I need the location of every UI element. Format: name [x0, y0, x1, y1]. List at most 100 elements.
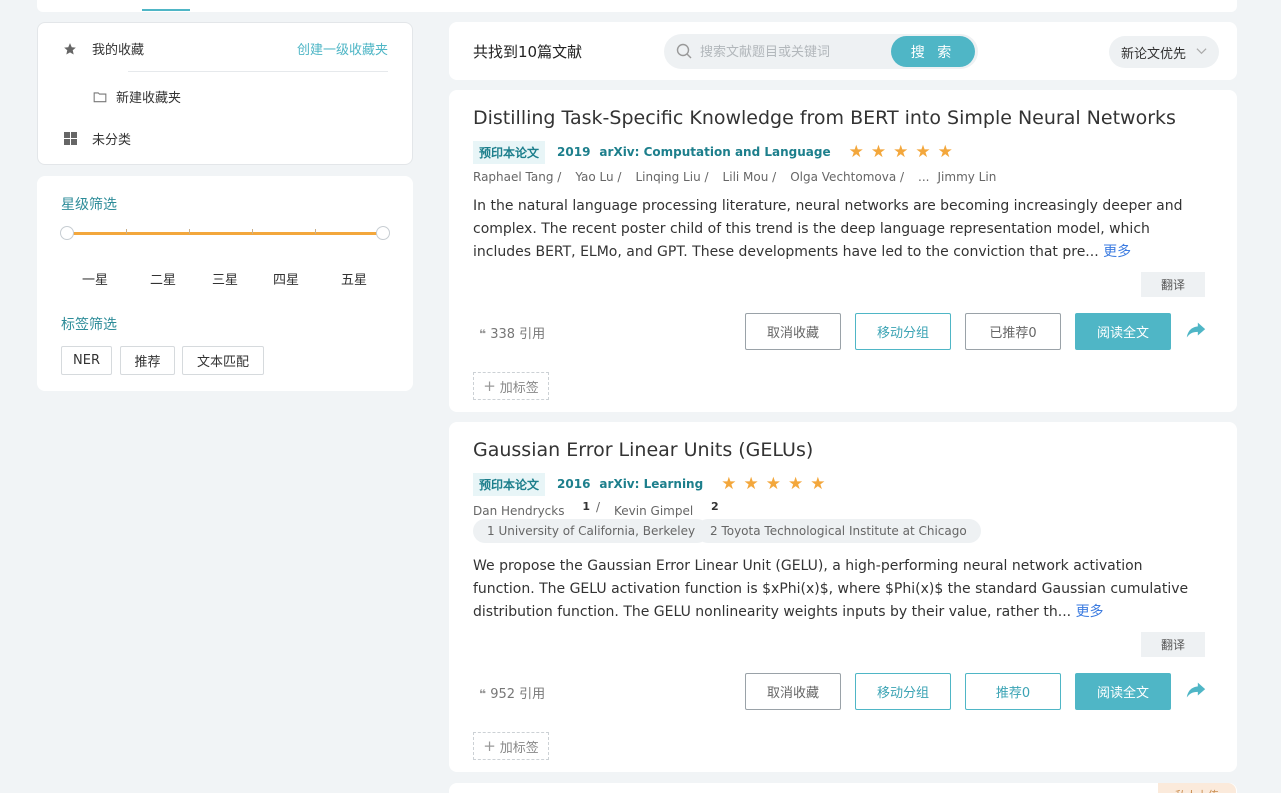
grid-icon [62, 131, 78, 147]
author-name[interactable]: Dan Hendrycks 1 [473, 500, 590, 518]
paper-meta: 预印本论文 2016 arXiv: Learning ★ ★ ★ ★ ★ [473, 472, 826, 496]
move-group-button[interactable]: 移动分组 [855, 313, 951, 350]
quote-icon: ❝ [479, 327, 487, 341]
uncategorized-label: 未分类 [92, 133, 132, 148]
author-name[interactable]: Lili Mou / [723, 170, 777, 184]
tag-chip-recommend[interactable]: 推荐 [120, 346, 175, 375]
rating-stars: ★ ★ ★ ★ ★ [721, 473, 826, 494]
affiliation-index: 1 [582, 500, 590, 513]
top-nav-bar [37, 0, 1237, 12]
author-name[interactable]: Olga Vechtomova / [790, 170, 904, 184]
search-button[interactable]: 搜 索 [891, 36, 975, 67]
author-name[interactable]: Raphael Tang / [473, 170, 561, 184]
next-paper-card [449, 783, 1237, 793]
tag-chip-ner[interactable]: NER [61, 346, 112, 375]
author-ellipsis: ... [918, 170, 930, 184]
slider-tick [126, 229, 127, 234]
star-level-label: 一星 [81, 273, 108, 288]
paper-meta: 预印本论文 2019 arXiv: Computation and Langua… [473, 140, 953, 164]
paper-authors: Dan Hendrycks 1 / Kevin Gimpel 2 [473, 500, 733, 518]
read-full-text-button[interactable]: 阅读全文 [1075, 313, 1171, 350]
favorites-panel: 我的收藏 创建一级收藏夹 新建收藏夹 未分类 [37, 22, 413, 165]
add-tag-label: 加标签 [499, 740, 539, 756]
star-icon: ★ [743, 473, 759, 494]
paper-card: Gaussian Error Linear Units (GELUs) 预印本论… [449, 422, 1237, 772]
slider-tick [315, 229, 316, 234]
star-level-label: 三星 [211, 273, 238, 288]
my-favorites-item[interactable]: 我的收藏 [62, 39, 144, 58]
new-folder-item[interactable]: 新建收藏夹 [92, 87, 181, 106]
author-name[interactable]: Yao Lu / [575, 170, 621, 184]
citation-count: ❝ 952 引用 [479, 683, 545, 702]
more-link[interactable]: 更多 [1076, 604, 1104, 620]
paper-authors: Raphael Tang / Yao Lu / Linqing Liu / Li… [473, 170, 1010, 184]
abstract-text: In the natural language processing liter… [473, 198, 1183, 260]
star-icon: ★ [721, 473, 737, 494]
star-icon: ★ [810, 473, 826, 494]
translate-button[interactable]: 翻译 [1141, 632, 1205, 657]
filter-panel: 星级筛选 一星 二星 三星 四星 五星 标签筛选 NER 推荐 文本匹配 [37, 176, 413, 391]
star-icon: ★ [937, 141, 953, 162]
create-top-folder-link[interactable]: 创建一级收藏夹 [297, 39, 388, 58]
recommend-button[interactable]: 已推荐0 [965, 313, 1061, 350]
slider-tick [252, 229, 253, 234]
private-upload-badge: 私人上传 [1158, 783, 1236, 793]
sort-select[interactable]: 新论文优先 [1109, 36, 1219, 68]
add-tag-button[interactable]: + 加标签 [473, 732, 549, 760]
plus-icon: + [483, 737, 496, 755]
my-favorites-label: 我的收藏 [92, 43, 145, 58]
chevron-down-icon [1196, 45, 1207, 59]
quote-icon: ❝ [479, 687, 487, 701]
star-icon: ★ [848, 141, 864, 162]
search-header: 共找到10篇文献 搜 索 新论文优先 [449, 22, 1237, 80]
star-level-label: 四星 [272, 273, 299, 288]
affiliation-index: 2 [711, 500, 719, 513]
share-icon[interactable] [1185, 319, 1209, 343]
folder-icon [92, 89, 108, 105]
citation-label: 952 引用 [490, 687, 546, 702]
citation-count: ❝ 338 引用 [479, 323, 545, 342]
star-filter-title: 星级筛选 [61, 197, 117, 213]
search-input[interactable] [700, 41, 880, 63]
new-folder-label: 新建收藏夹 [116, 91, 182, 106]
move-group-button[interactable]: 移动分组 [855, 673, 951, 710]
citation-label: 338 引用 [490, 327, 546, 342]
star-level-label: 五星 [340, 273, 367, 288]
divider [128, 71, 388, 72]
translate-button[interactable]: 翻译 [1141, 272, 1205, 297]
tag-chip-text-matching[interactable]: 文本匹配 [182, 346, 264, 375]
uncategorized-item[interactable]: 未分类 [62, 129, 131, 148]
paper-type-badge: 预印本论文 [473, 472, 546, 496]
plus-icon: + [483, 377, 496, 395]
star-icon [62, 41, 78, 57]
slider-tick [189, 229, 190, 234]
paper-title[interactable]: Distilling Task-Specific Knowledge from … [473, 107, 1176, 129]
affiliation-chip: 1 University of California, Berkeley [473, 519, 710, 543]
paper-venue: arXiv: Learning [599, 477, 704, 491]
recommend-button[interactable]: 推荐0 [965, 673, 1061, 710]
star-icon: ★ [893, 141, 909, 162]
paper-abstract: We propose the Gaussian Error Linear Uni… [473, 555, 1208, 624]
add-tag-button[interactable]: + 加标签 [473, 372, 549, 400]
unfavorite-button[interactable]: 取消收藏 [745, 673, 841, 710]
unfavorite-button[interactable]: 取消收藏 [745, 313, 841, 350]
add-tag-label: 加标签 [499, 380, 539, 396]
slider-handle-min[interactable] [60, 226, 74, 240]
affiliation-chip: 2 Toyota Technological Institute at Chic… [696, 519, 981, 543]
tag-filter-title: 标签筛选 [61, 317, 117, 333]
paper-year: 2019 [557, 145, 591, 159]
slider-handle-max[interactable] [376, 226, 390, 240]
author-name[interactable]: Linqing Liu / [635, 170, 708, 184]
paper-venue: arXiv: Computation and Language [599, 145, 831, 159]
author-name[interactable]: Kevin Gimpel 2 [614, 500, 719, 518]
more-link[interactable]: 更多 [1103, 244, 1131, 260]
read-full-text-button[interactable]: 阅读全文 [1075, 673, 1171, 710]
paper-type-badge: 预印本论文 [473, 140, 546, 164]
paper-abstract: In the natural language processing liter… [473, 195, 1208, 264]
star-icon: ★ [870, 141, 887, 162]
star-slider-track[interactable] [67, 232, 383, 235]
rating-stars: ★ ★ ★ ★ ★ [848, 141, 953, 162]
share-icon[interactable] [1185, 679, 1209, 703]
author-name[interactable]: Jimmy Lin [938, 170, 997, 184]
paper-title[interactable]: Gaussian Error Linear Units (GELUs) [473, 439, 813, 461]
